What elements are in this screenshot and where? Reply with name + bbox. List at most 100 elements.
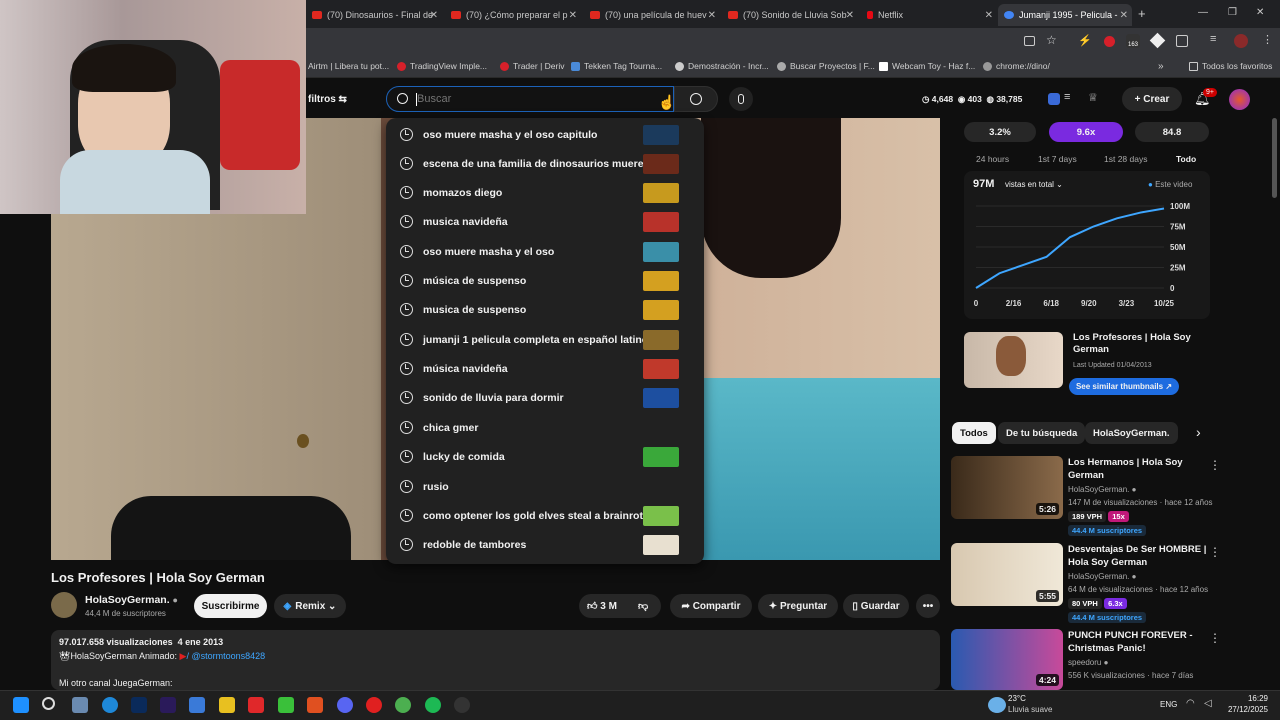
suggestion-item[interactable]: música navideña [386,354,704,383]
suggestion-item[interactable]: musica de suspenso [386,295,704,324]
browser-tab-active[interactable]: Jumanji 1995 - Pelicula - ✕ [998,4,1132,26]
suggestion-item[interactable]: jumanji 1 pelicula completa en español l… [386,325,704,354]
views-dropdown[interactable]: vistas en total ⌄ [1005,180,1063,189]
bookmark-item[interactable]: TradingView Imple... [397,61,487,71]
chevron-right-icon[interactable]: › [1196,424,1201,440]
suggestion-item[interactable]: rusio [386,472,704,501]
bookmark-item[interactable]: Buscar Proyectos | F... [777,61,875,71]
video-title[interactable]: PUNCH PUNCH FOREVER - Christmas Panic! [1068,629,1218,655]
search-button[interactable] [674,86,718,112]
bookmark-item[interactable]: Webcam Toy - Haz f... [879,61,975,71]
app-icon[interactable] [366,697,382,713]
subscribe-button[interactable]: Suscribirme [194,594,267,618]
page-scrollbar[interactable] [1272,118,1277,198]
browser-tab[interactable]: (70) ¿Cómo preparar el p ✕ [445,4,581,26]
channel-name[interactable]: HolaSoyGerman. ● [85,594,178,606]
save-button[interactable]: ▯ Guardar [843,594,909,618]
search-icon[interactable] [42,697,55,710]
minecraft-icon[interactable] [278,697,294,713]
bookmark-item[interactable]: Demostración - Incr... [675,61,769,71]
channel-name[interactable]: HolaSoyGerman. ● [1068,485,1136,494]
channel-avatar[interactable] [51,592,77,618]
user-avatar[interactable] [1229,89,1250,110]
chrome-icon[interactable] [395,697,411,713]
more-options-icon[interactable]: ⋮ [1209,545,1221,559]
close-tab-icon[interactable]: ✕ [569,10,577,21]
suggestion-item[interactable]: chica gmer [386,413,704,442]
browser-tab[interactable]: (70) Dinosaurios - Final de ✕ [306,4,442,26]
wifi-icon[interactable]: ◠ [1186,698,1195,709]
more-options-icon[interactable]: ⋮ [1209,631,1221,645]
more-actions-button[interactable]: ••• [916,594,940,618]
range-24h[interactable]: 24 hours [976,154,1009,164]
bookmark-item[interactable]: Airtm | Libera tu pot... [308,61,389,71]
suggestion-item[interactable]: oso muere masha y el oso [386,237,704,266]
video-thumbnail[interactable]: 4:24 [951,629,1063,690]
extension-badge[interactable]: 163 [1126,34,1140,48]
chip-from-search[interactable]: De tu búsqueda [998,422,1086,444]
extension-icon[interactable] [1149,32,1166,49]
suggestion-item[interactable]: música de suspenso [386,266,704,295]
like-count[interactable]: 3 M [600,601,617,612]
channel-name[interactable]: speedoru ● [1068,658,1108,667]
bookmark-item[interactable]: chrome://dino/ [983,61,1050,71]
search-input[interactable] [417,90,657,108]
channel-link[interactable]: / @stormtoons8428 [186,651,265,661]
store-icon[interactable] [189,697,205,713]
browser-tab[interactable]: (70) una película de huev ✕ [584,4,720,26]
suggestion-item[interactable]: musica navideña [386,207,704,236]
suggestion-item[interactable]: redoble de tambores [386,530,704,559]
thumbs-down-icon[interactable]: 👎︎ [638,600,648,612]
obs-icon[interactable] [454,697,470,713]
close-window-button[interactable]: ✕ [1256,7,1264,18]
extension-icon[interactable] [1104,36,1115,47]
weather-temp[interactable]: 23°C [1008,694,1026,703]
extension-icon[interactable]: ⚡ [1078,34,1092,47]
close-tab-icon[interactable]: ✕ [985,10,993,21]
browser-tab[interactable]: (70) Sonido de Lluvia Sob ✕ [722,4,858,26]
puzzle-icon[interactable] [1176,35,1188,47]
photoshop-icon[interactable] [131,697,147,713]
range-all[interactable]: Todo [1176,154,1196,164]
thumbs-up-icon[interactable]: 👍︎ [587,600,597,612]
weather-icon[interactable] [988,697,1006,713]
language-indicator[interactable]: ENG [1160,700,1177,709]
recommended-video[interactable]: 5:55 Desventajas De Ser HOMBRE | Hola So… [951,543,1241,625]
edge-icon[interactable] [102,697,118,713]
close-tab-icon[interactable]: ✕ [708,10,716,21]
suggestion-item[interactable]: oso muere masha y el oso capitulo [386,120,704,149]
bookmark-item[interactable]: Tekken Tag Tourna... [571,61,662,71]
browser-tab[interactable]: Netflix ✕ [861,4,997,26]
volume-icon[interactable]: ◁ [1204,698,1212,709]
maximize-button[interactable]: ❐ [1228,7,1237,18]
video-title[interactable]: Los Hermanos | Hola Soy German [1068,456,1218,482]
spotify-icon[interactable] [425,697,441,713]
suggestion-item[interactable]: sonido de lluvia para dormir [386,383,704,412]
chip-all[interactable]: Todos [952,422,996,444]
video-thumbnail[interactable]: 5:55 [951,543,1063,606]
folder-icon[interactable] [219,697,235,713]
close-tab-icon[interactable]: ✕ [1120,10,1128,21]
suggestion-item[interactable]: momazos diego [386,178,704,207]
discord-icon[interactable] [337,697,353,713]
video-title[interactable]: Desventajas De Ser HOMBRE | Hola Soy Ger… [1068,543,1218,569]
recommended-video[interactable]: 5:26 Los Hermanos | Hola Soy German Hola… [951,456,1241,538]
menu-icon[interactable]: ⋮ [1262,33,1273,46]
more-options-icon[interactable]: ⋮ [1209,458,1221,472]
suggestion-item[interactable]: como optener los gold elves steal a brai… [386,501,704,530]
bookmark-item[interactable]: Trader | Deriv [500,61,565,71]
minimize-button[interactable]: — [1198,7,1208,18]
voice-search-button[interactable] [729,87,753,111]
see-similar-button[interactable]: See similar thumbnails ↗ [1069,378,1179,395]
range-28d[interactable]: 1st 28 days [1104,154,1147,164]
new-tab-button[interactable]: + [1138,6,1146,21]
award-icon[interactable]: ♕ [1088,91,1098,104]
close-tab-icon[interactable]: ✕ [430,10,438,21]
suggestion-item[interactable]: escena de una familia de dinosaurios mue… [386,149,704,178]
star-icon[interactable]: ☆ [1046,33,1057,47]
range-7d[interactable]: 1st 7 days [1038,154,1077,164]
list-icon[interactable]: ≡ [1064,91,1070,103]
clock-time[interactable]: 16:29 [1220,694,1268,703]
profile-avatar[interactable] [1234,34,1248,48]
weather-desc[interactable]: Lluvia suave [1008,705,1052,714]
